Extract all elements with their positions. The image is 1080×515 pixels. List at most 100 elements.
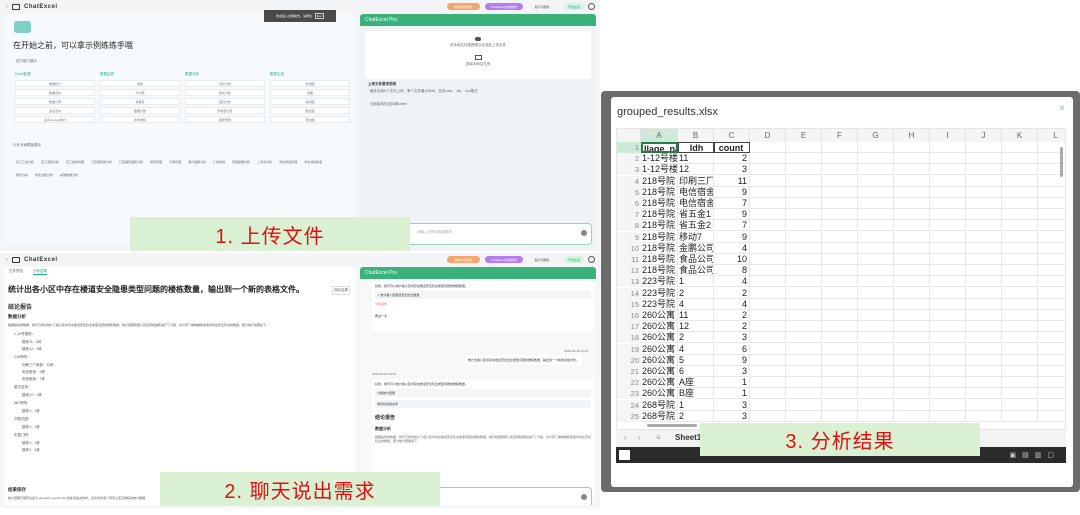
horizontal-scrollbar[interactable] [647, 424, 697, 427]
header-cell[interactable] [1002, 142, 1038, 153]
data-cell[interactable] [750, 276, 786, 288]
data-cell[interactable] [858, 354, 894, 366]
data-cell[interactable] [966, 175, 1002, 187]
data-cell[interactable] [1038, 243, 1065, 254]
data-cell[interactable] [894, 332, 930, 344]
retry-button[interactable]: 再试一次 [375, 314, 591, 318]
data-cell[interactable] [1002, 175, 1038, 187]
data-cell[interactable] [786, 410, 822, 422]
data-cell[interactable] [822, 298, 858, 310]
column-header[interactable]: I [930, 129, 966, 142]
row-number[interactable]: 16 [617, 310, 641, 321]
row-number[interactable]: 20 [617, 354, 641, 366]
data-cell[interactable] [822, 209, 858, 221]
row-number[interactable]: 23 [617, 388, 641, 400]
data-cell[interactable] [1002, 388, 1038, 400]
data-cell[interactable]: 4 [678, 343, 714, 355]
data-cell[interactable] [966, 265, 1002, 277]
data-cell[interactable] [1002, 276, 1038, 288]
data-cell[interactable] [786, 321, 822, 333]
data-cell[interactable] [822, 276, 858, 288]
data-cell[interactable] [966, 366, 1002, 377]
data-cell[interactable] [1002, 231, 1038, 243]
industry-tag[interactable]: 员工离职分析 [41, 157, 59, 167]
header-cell[interactable] [966, 142, 1002, 153]
data-cell[interactable]: 3 [714, 332, 750, 344]
row-number[interactable]: 22 [617, 377, 641, 389]
data-cell[interactable] [966, 220, 1002, 232]
data-cell[interactable] [966, 198, 1002, 209]
data-cell[interactable]: 260公寓 [641, 377, 678, 389]
data-cell[interactable] [894, 399, 930, 411]
row-number[interactable]: 12 [617, 265, 641, 277]
example-button[interactable]: 数据计数 [100, 107, 180, 114]
data-cell[interactable]: 260公寓 [641, 321, 678, 333]
data-cell[interactable]: 2 [678, 287, 714, 299]
data-cell[interactable] [1038, 198, 1065, 209]
data-cell[interactable] [1038, 366, 1065, 377]
data-cell[interactable] [894, 298, 930, 310]
data-cell[interactable] [750, 321, 786, 333]
example-button[interactable]: 趋势预测 [185, 116, 265, 123]
prev-sheet-icon[interactable]: ‹ [624, 433, 627, 442]
upload-dropzone[interactable]: 将本地文件拖拽或点击此处上传文件 选择本地文件夹 [365, 31, 591, 79]
data-cell[interactable] [858, 254, 894, 265]
data-cell[interactable] [786, 332, 822, 344]
save-result-button[interactable]: 保存结果 [332, 286, 350, 295]
data-cell[interactable]: 260公寓 [641, 310, 678, 321]
data-cell[interactable] [822, 265, 858, 277]
data-cell[interactable]: 食品公司 [678, 254, 714, 265]
data-cell[interactable] [930, 209, 966, 221]
example-button[interactable]: 饼图 [270, 89, 350, 96]
data-cell[interactable] [750, 175, 786, 187]
row-number[interactable]: 3 [617, 164, 641, 176]
clear-icon[interactable] [581, 230, 587, 236]
row-number[interactable]: 7 [617, 209, 641, 221]
data-cell[interactable] [894, 343, 930, 355]
data-cell[interactable]: 3 [714, 164, 750, 176]
data-cell[interactable] [750, 153, 786, 165]
column-header[interactable]: B [678, 129, 714, 142]
data-cell[interactable] [750, 231, 786, 243]
column-header[interactable]: A [641, 129, 678, 142]
data-cell[interactable] [858, 388, 894, 400]
data-cell[interactable] [966, 276, 1002, 288]
step-item[interactable]: ✓ 统计各小区楼道安全隐患数量 [375, 291, 591, 299]
data-cell[interactable]: 260公寓 [641, 343, 678, 355]
data-cell[interactable] [1002, 242, 1038, 254]
example-button[interactable]: 数据合并 [15, 89, 95, 96]
data-cell[interactable]: 218号院 [641, 220, 678, 232]
data-cell[interactable] [1038, 411, 1065, 422]
data-cell[interactable] [786, 175, 822, 187]
data-cell[interactable] [930, 265, 966, 277]
data-cell[interactable] [750, 198, 786, 209]
data-cell[interactable]: 6 [714, 343, 750, 355]
example-button[interactable]: 异常值分析 [185, 107, 265, 114]
data-cell[interactable]: 1 [714, 377, 750, 389]
row-number[interactable]: 9 [617, 231, 641, 243]
row-number[interactable]: 13 [617, 276, 641, 288]
data-cell[interactable] [786, 198, 822, 209]
data-cell[interactable] [966, 287, 1002, 299]
data-cell[interactable]: 223号院 [641, 298, 678, 310]
data-cell[interactable] [1038, 209, 1065, 221]
data-cell[interactable]: 4 [678, 298, 714, 310]
industry-tag[interactable]: 广告投放 [213, 157, 225, 167]
data-cell[interactable]: 268号院 [641, 399, 678, 411]
data-cell[interactable] [966, 231, 1002, 243]
data-cell[interactable] [822, 287, 858, 299]
data-cell[interactable] [894, 153, 930, 165]
industry-tag[interactable]: 财务分析 [16, 170, 28, 180]
clear-icon[interactable] [581, 494, 587, 500]
data-cell[interactable] [894, 354, 930, 366]
industry-tag[interactable]: 营销数据分析 [232, 157, 250, 167]
column-header[interactable]: D [750, 129, 786, 142]
data-cell[interactable] [894, 254, 930, 265]
data-cell[interactable] [930, 298, 966, 310]
data-cell[interactable] [750, 298, 786, 310]
data-cell[interactable]: 2 [714, 287, 750, 299]
data-cell[interactable] [930, 254, 966, 265]
data-cell[interactable] [786, 377, 822, 389]
data-cell[interactable] [1038, 321, 1065, 333]
industry-tag[interactable]: 采购数据分析 [60, 170, 78, 180]
